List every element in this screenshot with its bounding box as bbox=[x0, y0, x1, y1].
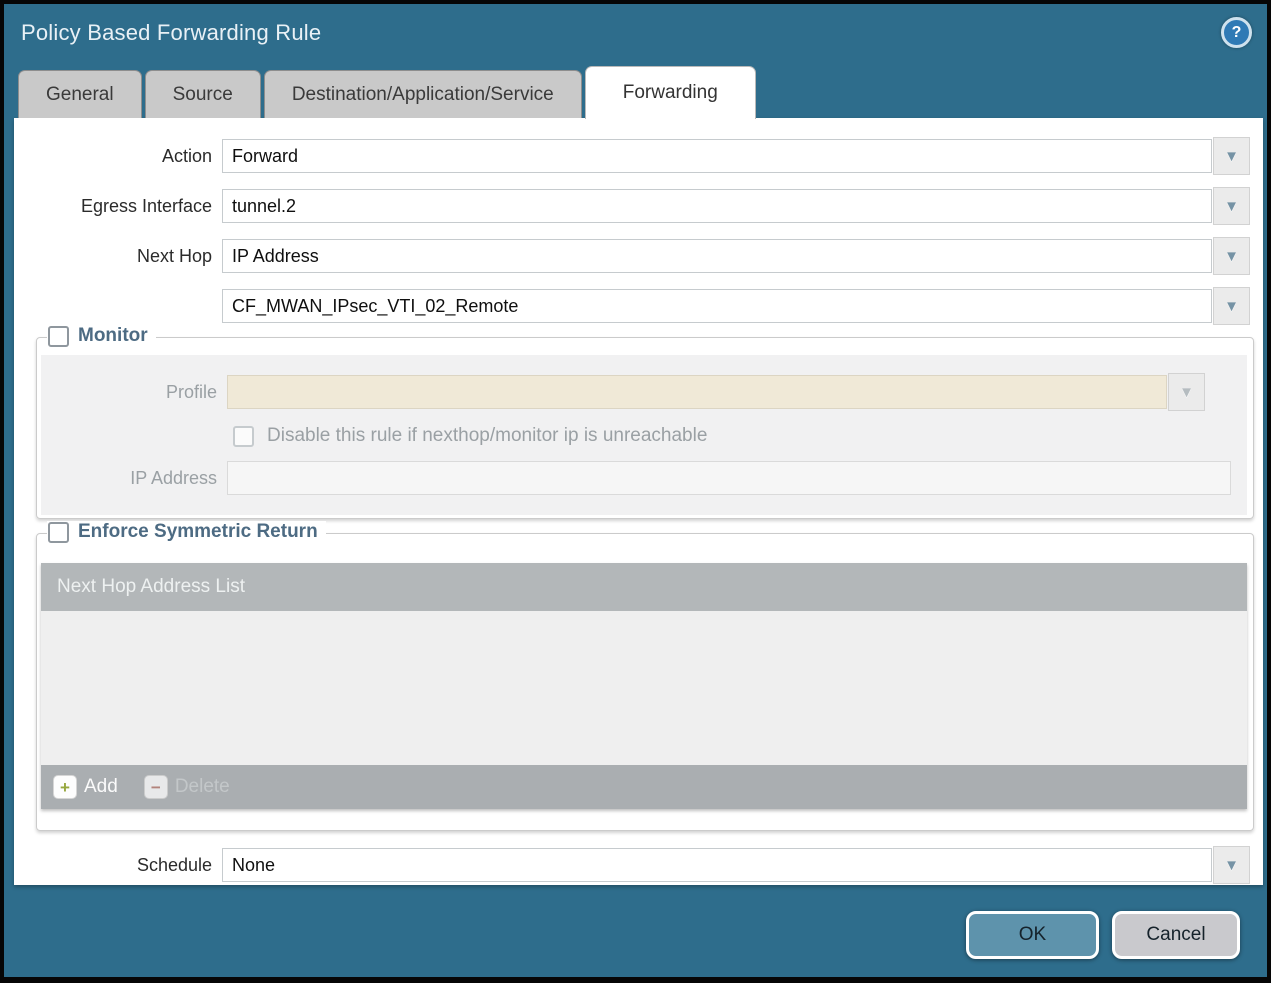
next-hop-address-list-table: Next Hop Address List + Add − Delete bbox=[41, 563, 1247, 809]
monitor-fieldset: Monitor Profile ▼ Disable this rule if n… bbox=[36, 337, 1254, 519]
ok-button[interactable]: OK bbox=[966, 911, 1099, 959]
egress-interface-input[interactable] bbox=[222, 189, 1212, 223]
next-hop-address-input[interactable] bbox=[222, 289, 1212, 323]
egress-interface-row: Egress Interface ▼ bbox=[14, 187, 1250, 225]
dialog-title: Policy Based Forwarding Rule bbox=[21, 20, 321, 46]
chevron-down-icon: ▼ bbox=[1224, 299, 1239, 314]
pbf-rule-dialog: Policy Based Forwarding Rule ? General S… bbox=[0, 0, 1271, 983]
enforce-symmetric-return-legend-label: Enforce Symmetric Return bbox=[78, 521, 318, 543]
disable-rule-label: Disable this rule if nexthop/monitor ip … bbox=[267, 425, 707, 447]
action-input[interactable] bbox=[222, 139, 1212, 173]
delete-button-label: Delete bbox=[175, 776, 230, 798]
monitor-disabled-area: Profile ▼ Disable this rule if nexthop/m… bbox=[41, 355, 1247, 515]
disable-rule-checkbox[interactable] bbox=[233, 426, 254, 447]
plus-icon: + bbox=[53, 775, 77, 799]
profile-input[interactable] bbox=[227, 375, 1167, 409]
forwarding-tab-panel: Action ▼ Egress Interface ▼ Next Hop bbox=[14, 118, 1263, 885]
schedule-input[interactable] bbox=[222, 848, 1212, 882]
profile-label: Profile bbox=[41, 382, 227, 403]
monitor-checkbox[interactable] bbox=[48, 326, 69, 347]
next-hop-address-list-body[interactable] bbox=[41, 611, 1247, 765]
add-button[interactable]: + Add bbox=[53, 775, 118, 799]
tab-forwarding[interactable]: Forwarding bbox=[585, 66, 756, 119]
monitor-ip-address-input[interactable] bbox=[227, 461, 1231, 495]
monitor-ip-address-row: IP Address bbox=[41, 461, 1239, 495]
chevron-down-icon: ▼ bbox=[1224, 249, 1239, 264]
schedule-dropdown-button[interactable]: ▼ bbox=[1213, 846, 1250, 884]
monitor-ip-address-label: IP Address bbox=[41, 468, 227, 489]
chevron-down-icon: ▼ bbox=[1179, 385, 1194, 400]
next-hop-address-row: ▼ bbox=[14, 287, 1250, 325]
next-hop-type-dropdown-button[interactable]: ▼ bbox=[1213, 237, 1250, 275]
add-button-label: Add bbox=[84, 776, 118, 798]
action-row: Action ▼ bbox=[14, 137, 1250, 175]
schedule-row: Schedule ▼ bbox=[14, 846, 1250, 884]
action-label: Action bbox=[14, 146, 222, 167]
tab-source[interactable]: Source bbox=[145, 70, 261, 118]
tab-general[interactable]: General bbox=[18, 70, 142, 118]
profile-dropdown-button[interactable]: ▼ bbox=[1168, 373, 1205, 411]
next-hop-address-dropdown-button[interactable]: ▼ bbox=[1213, 287, 1250, 325]
help-icon[interactable]: ? bbox=[1221, 17, 1252, 48]
next-hop-address-list-header-label: Next Hop Address List bbox=[57, 576, 245, 598]
tab-destination-application-service[interactable]: Destination/Application/Service bbox=[264, 70, 582, 118]
monitor-legend-label: Monitor bbox=[78, 325, 148, 347]
next-hop-type-input[interactable] bbox=[222, 239, 1212, 273]
egress-interface-dropdown-button[interactable]: ▼ bbox=[1213, 187, 1250, 225]
minus-icon: − bbox=[144, 775, 168, 799]
dialog-footer: OK Cancel bbox=[4, 885, 1267, 977]
enforce-symmetric-return-legend: Enforce Symmetric Return bbox=[47, 521, 326, 543]
enforce-symmetric-return-fieldset: Enforce Symmetric Return Next Hop Addres… bbox=[36, 533, 1254, 831]
chevron-down-icon: ▼ bbox=[1224, 149, 1239, 164]
chevron-down-icon: ▼ bbox=[1224, 199, 1239, 214]
next-hop-address-list-toolbar: + Add − Delete bbox=[41, 765, 1247, 809]
cancel-button[interactable]: Cancel bbox=[1112, 911, 1240, 959]
schedule-label: Schedule bbox=[14, 855, 222, 876]
next-hop-row: Next Hop ▼ bbox=[14, 237, 1250, 275]
chevron-down-icon: ▼ bbox=[1224, 858, 1239, 873]
egress-interface-label: Egress Interface bbox=[14, 196, 222, 217]
enforce-symmetric-return-checkbox[interactable] bbox=[48, 522, 69, 543]
action-dropdown-button[interactable]: ▼ bbox=[1213, 137, 1250, 175]
profile-row: Profile ▼ bbox=[41, 373, 1239, 411]
monitor-legend: Monitor bbox=[47, 325, 156, 347]
disable-rule-row: Disable this rule if nexthop/monitor ip … bbox=[41, 425, 1239, 447]
delete-button[interactable]: − Delete bbox=[144, 775, 230, 799]
next-hop-address-list-header: Next Hop Address List bbox=[41, 563, 1247, 611]
dialog-titlebar: Policy Based Forwarding Rule ? bbox=[4, 4, 1267, 62]
next-hop-label: Next Hop bbox=[14, 246, 222, 267]
tab-strip: General Source Destination/Application/S… bbox=[4, 62, 1267, 118]
